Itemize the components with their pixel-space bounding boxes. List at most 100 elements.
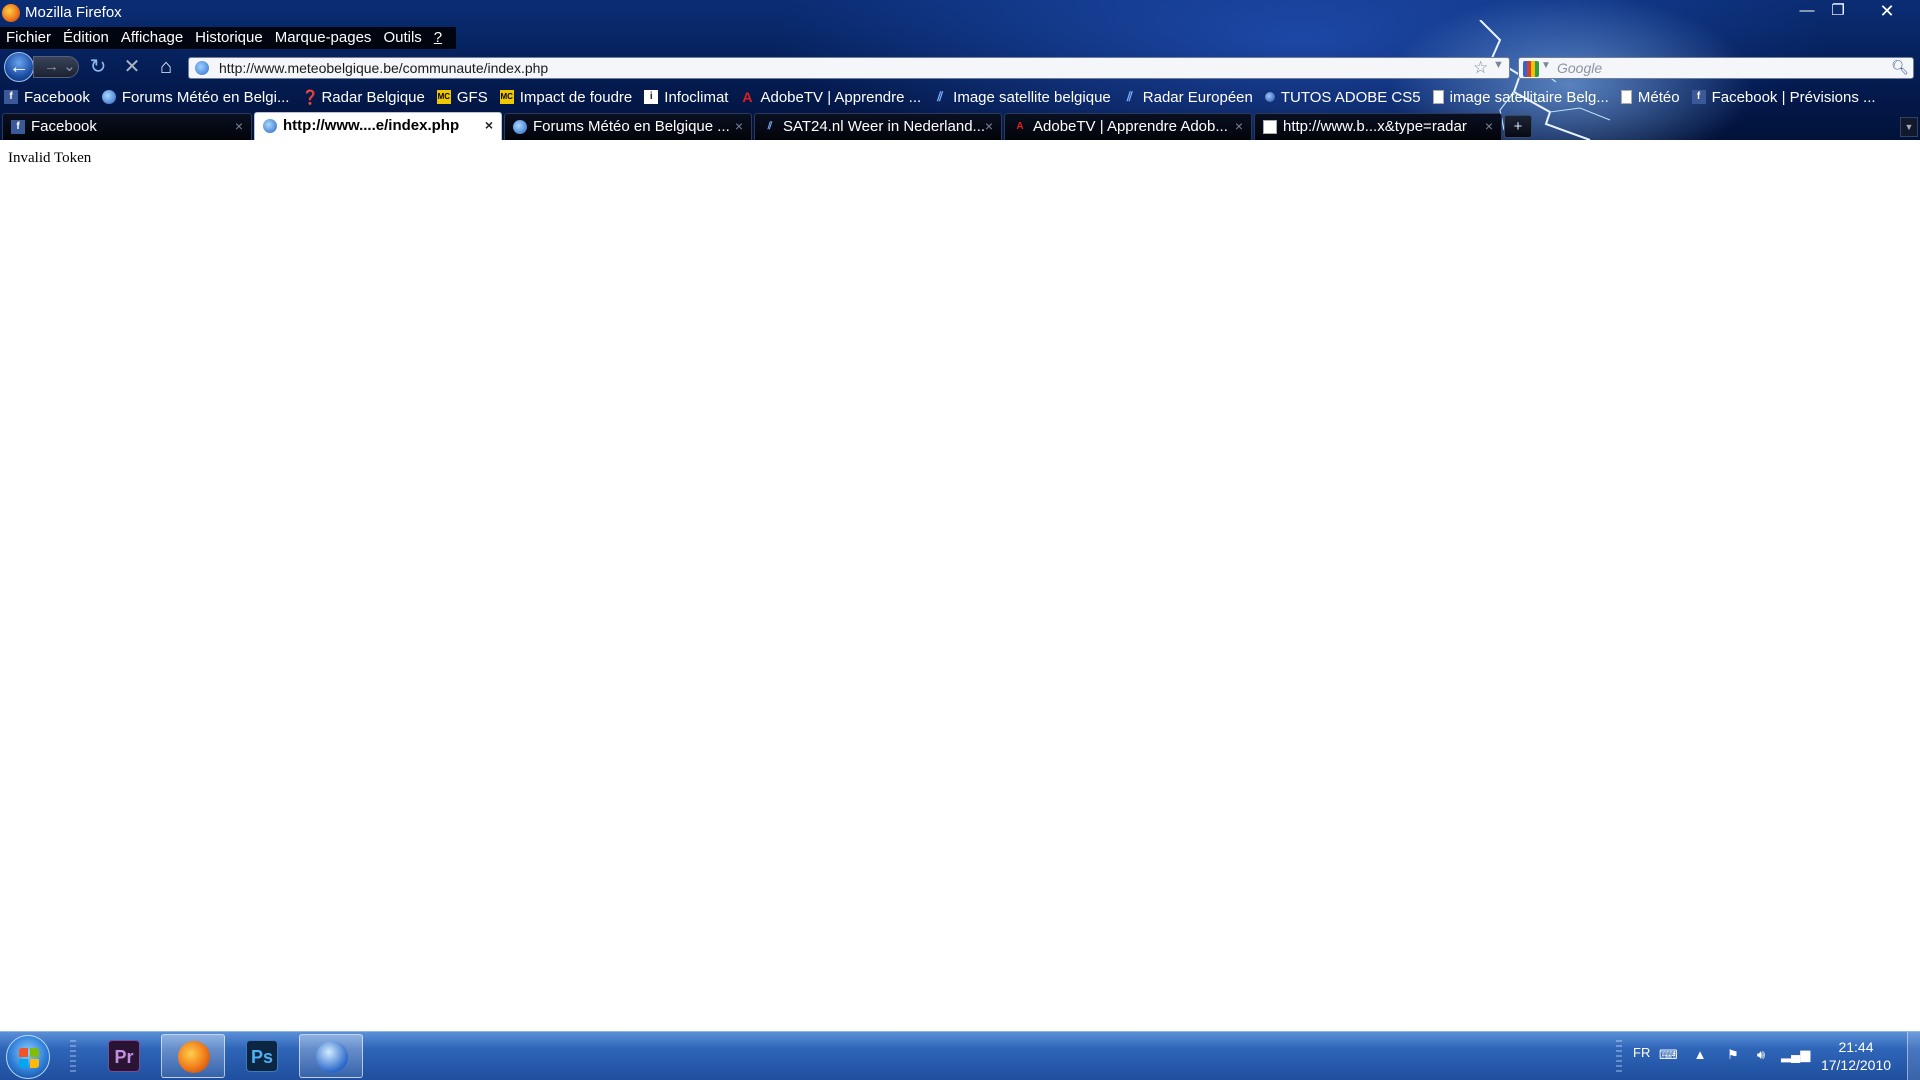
globe-icon (513, 120, 527, 134)
facebook-icon: f (1691, 90, 1706, 104)
bookmark-gfs[interactable]: MC GFS (433, 89, 488, 106)
adobe-icon: A (742, 89, 753, 105)
tab-label: http://www....e/index.php (283, 117, 460, 134)
taskbar-app-firefox[interactable] (161, 1034, 225, 1078)
menu-affichage[interactable]: Affichage (115, 27, 189, 49)
menu-fichier[interactable]: Fichier (0, 27, 57, 49)
title-bar: Mozilla Firefox — ❐ ✕ (0, 0, 1920, 26)
clock-date: 17/12/2010 (1820, 1057, 1892, 1073)
tab-close-icon[interactable]: × (1485, 118, 1493, 134)
home-icon[interactable]: ⌂ (154, 55, 178, 79)
taskbar-app-google-earth[interactable] (299, 1034, 363, 1078)
bookmark-label: Infoclimat (664, 88, 729, 106)
bookmark-label: Radar Belgique (321, 88, 425, 106)
tab-forums-meteo[interactable]: Forums Météo en Belgique ... × (504, 113, 752, 140)
satellite-icon: ⫽ (1126, 89, 1133, 104)
menu-edition[interactable]: Édition (57, 27, 115, 49)
clock[interactable]: 21:44 17/12/2010 (1808, 1038, 1904, 1074)
bookmark-label: Facebook (24, 88, 90, 106)
globe-icon (101, 90, 116, 104)
bookmark-adobetv[interactable]: A AdobeTV | Apprendre ... (736, 89, 921, 106)
taskbar: Pr Ps FR ⌨ ▲ ⚑ 🔊︎ ▂▄▆ 21:44 17/12/2010 (0, 1031, 1920, 1080)
tab-close-icon[interactable]: × (985, 118, 993, 134)
minimize-button[interactable]: — (1792, 0, 1822, 22)
new-tab-button[interactable]: + (1504, 115, 1532, 138)
tab-label: http://www.b...x&type=radar (1283, 118, 1467, 135)
list-all-tabs-icon[interactable]: ▼ (1900, 117, 1918, 137)
search-magnifier-icon[interactable]: 🔍︎ (1891, 59, 1909, 76)
tab-meteobelgique-active[interactable]: http://www....e/index.php × (254, 112, 502, 140)
premiere-icon: Pr (108, 1040, 140, 1072)
tab-radar[interactable]: http://www.b...x&type=radar × (1254, 113, 1502, 140)
search-engine-dropdown-icon[interactable]: ▼ (1541, 60, 1551, 71)
clock-time: 21:44 (1838, 1039, 1874, 1055)
meteociel-icon: MC (499, 90, 514, 104)
search-bar[interactable]: ▼ Google 🔍︎ (1518, 57, 1914, 79)
bookmark-radar-europeen[interactable]: ⫽ Radar Européen (1119, 89, 1253, 106)
bookmark-label: Météo (1637, 88, 1680, 106)
tab-adobetv[interactable]: A AdobeTV | Apprendre Adob... × (1004, 113, 1252, 140)
tab-label: Facebook (31, 118, 97, 135)
bookmark-label: AdobeTV | Apprendre ... (760, 88, 922, 106)
tab-sat24[interactable]: ⫽ SAT24.nl Weer in Nederland... × (754, 113, 1002, 140)
menu-marque-pages[interactable]: Marque-pages (269, 27, 378, 49)
search-input[interactable]: Google (1557, 60, 1602, 76)
page-icon (1432, 90, 1444, 104)
facebook-icon: f (4, 90, 18, 104)
volume-icon[interactable]: 🔊︎ (1753, 1048, 1769, 1062)
url-input[interactable]: http://www.meteobelgique.be/communaute/i… (219, 60, 548, 76)
bookmark-image-satellite[interactable]: ⫽ Image satellite belgique (929, 89, 1111, 106)
network-icon[interactable]: ▂▄▆ (1781, 1048, 1810, 1062)
close-window-button[interactable]: ✕ (1872, 0, 1902, 22)
tab-close-icon[interactable]: × (1235, 118, 1243, 134)
forward-button[interactable]: → ⌄ (33, 56, 79, 78)
stop-icon[interactable]: ✕ (120, 55, 144, 79)
bookmark-meteo[interactable]: Météo (1617, 89, 1680, 106)
bookmark-facebook[interactable]: f Facebook (0, 89, 90, 106)
menu-historique[interactable]: Historique (189, 27, 269, 49)
tab-facebook[interactable]: f Facebook × (2, 113, 252, 140)
menu-help[interactable]: ? (428, 27, 448, 49)
bookmark-label: Forums Météo en Belgi... (121, 88, 290, 106)
tab-close-icon[interactable]: × (735, 118, 743, 134)
bookmark-impact-de-foudre[interactable]: MC Impact de foudre (496, 89, 632, 106)
show-desktop-button[interactable] (1907, 1032, 1920, 1080)
start-button[interactable] (6, 1035, 50, 1079)
globe-icon (1264, 92, 1275, 102)
back-button[interactable]: ← (4, 52, 34, 82)
bookmark-facebook-previsions[interactable]: f Facebook | Prévisions ... (1688, 89, 1876, 106)
infoclimat-icon: i (644, 90, 659, 104)
menu-outils[interactable]: Outils (377, 27, 427, 49)
google-icon[interactable] (1523, 61, 1539, 77)
meteociel-icon: MC (436, 90, 451, 104)
taskbar-app-premiere[interactable]: Pr (92, 1034, 156, 1078)
site-identity-icon[interactable] (195, 61, 209, 75)
bookmark-image-satellitaire[interactable]: image satellitaire Belg... (1429, 89, 1609, 106)
tab-close-icon[interactable]: × (235, 118, 243, 134)
bookmark-star-icon[interactable]: ☆ (1473, 58, 1488, 78)
error-message: Invalid Token (8, 150, 92, 166)
language-indicator[interactable]: FR (1633, 1045, 1650, 1060)
bookmark-tutos-adobe[interactable]: TUTOS ADOBE CS5 (1261, 89, 1421, 106)
tab-close-icon[interactable]: × (485, 117, 493, 133)
taskbar-grip (70, 1040, 76, 1074)
globe-icon (263, 119, 277, 133)
question-icon: ❓ (301, 89, 319, 105)
show-hidden-icons-icon[interactable]: ▲ (1692, 1048, 1708, 1062)
history-dropdown-icon[interactable]: ▼ (1493, 59, 1504, 71)
bookmark-label: Image satellite belgique (953, 88, 1111, 106)
taskbar-app-photoshop[interactable]: Ps (230, 1034, 294, 1078)
tab-label: SAT24.nl Weer in Nederland... (783, 118, 986, 135)
bookmarks-toolbar: f Facebook Forums Météo en Belgi... ❓ Rada… (0, 86, 1884, 108)
bookmark-forums-meteo[interactable]: Forums Météo en Belgi... (98, 88, 290, 106)
page-content: Invalid Token (0, 141, 1920, 1031)
bookmark-infoclimat[interactable]: i Infoclimat (640, 89, 728, 106)
address-bar[interactable]: http://www.meteobelgique.be/communaute/i… (188, 57, 1510, 79)
photoshop-icon: Ps (246, 1040, 278, 1072)
reload-icon[interactable]: ↻ (86, 55, 110, 79)
facebook-icon: f (11, 120, 25, 134)
keyboard-icon[interactable]: ⌨ (1659, 1048, 1678, 1062)
action-center-flag-icon[interactable]: ⚑ (1725, 1048, 1741, 1062)
bookmark-radar-belgique[interactable]: ❓ Radar Belgique (297, 89, 424, 106)
maximize-button[interactable]: ❐ (1823, 0, 1853, 22)
